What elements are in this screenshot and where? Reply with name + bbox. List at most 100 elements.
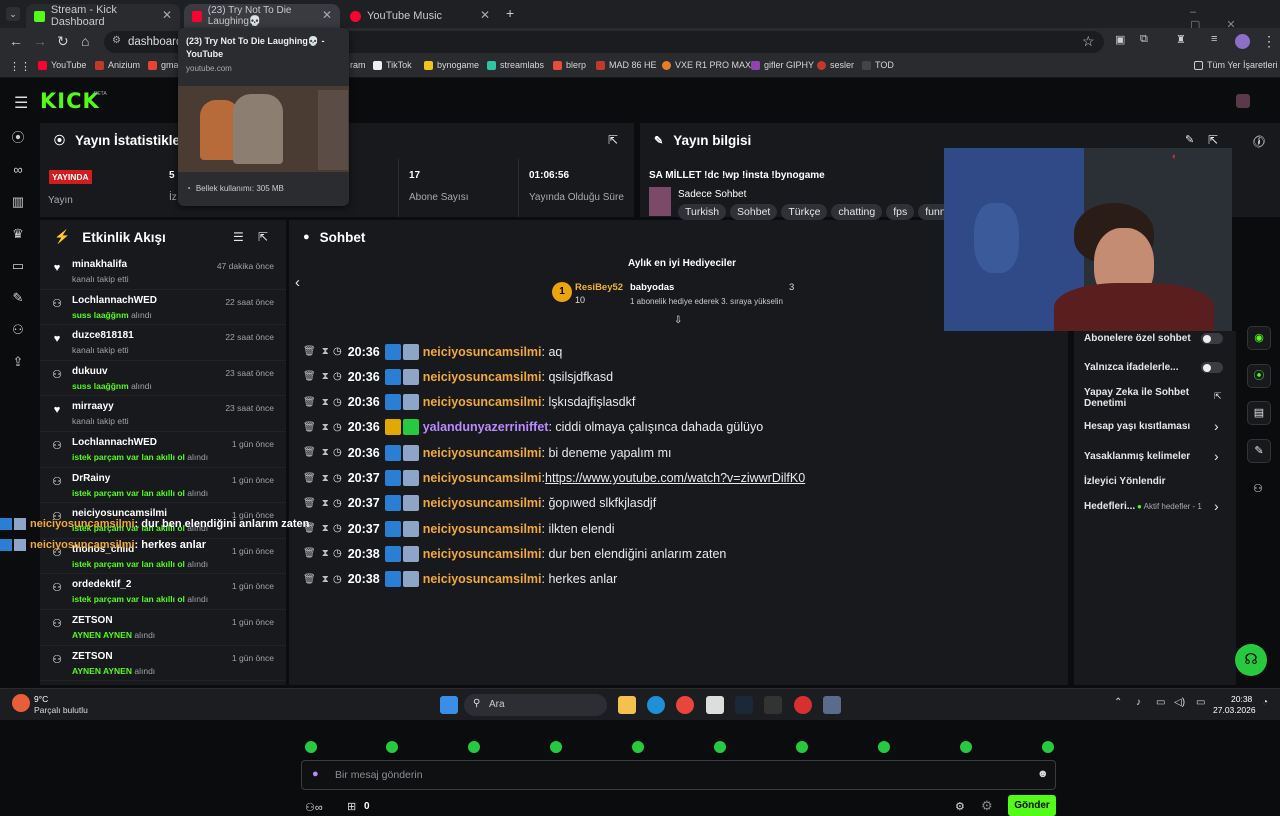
bookmark-giphy[interactable]: gifler GIPHY <box>751 60 814 70</box>
notifications-icon[interactable]: ◔ <box>1262 697 1268 708</box>
activity-user[interactable]: mirraayy <box>72 401 114 412</box>
stream-live-icon[interactable]: ⦿ <box>11 131 25 145</box>
emote-icon[interactable] <box>960 741 972 753</box>
gifter2-name[interactable]: babyodas <box>630 282 674 293</box>
activity-item[interactable]: ♥ duzce818181 kanalı takip etti 22 saat önc… <box>40 325 286 361</box>
info-circle-icon[interactable]: ⓘ <box>1253 134 1264 150</box>
video-icon[interactable]: ▭ <box>11 259 25 273</box>
steam-icon[interactable] <box>735 696 753 714</box>
bookmark-star-icon[interactable]: ☆ <box>1082 33 1095 50</box>
taskbar-search[interactable]: ⚲ Ara <box>464 694 607 716</box>
message-username[interactable]: neiciyosuncamsilmi <box>423 547 542 561</box>
message-username[interactable]: neiciyosuncamsilmi <box>423 370 542 384</box>
emote-icon[interactable] <box>1042 741 1054 753</box>
menu-ext-icon[interactable]: ♜ <box>1176 33 1186 46</box>
chat-toggle-button[interactable]: ◉ <box>1247 326 1271 350</box>
mod-tools-icon[interactable]: 🗑⧗ <box>303 422 333 433</box>
activity-user[interactable]: ZETSON <box>72 651 113 662</box>
activity-item[interactable]: ⚇ LochlannachWED suss laağğnm alındı 22 saa… <box>40 290 286 326</box>
message-username[interactable]: neiciyosuncamsilmi <box>423 345 542 359</box>
bookmark-tod[interactable]: TOD <box>862 60 894 70</box>
site-info-icon[interactable]: ⚙ <box>112 35 121 46</box>
weather-temp[interactable]: 9°C <box>34 694 48 704</box>
all-bookmarks[interactable]: Tüm Yer İşaretleri <box>1194 60 1278 70</box>
support-button[interactable]: ☊ <box>1235 644 1267 676</box>
emote-icon[interactable] <box>550 741 562 753</box>
clock-date[interactable]: 27.03.2026 <box>1213 705 1256 715</box>
apps-grid-icon[interactable]: ⋮⋮ <box>9 60 31 73</box>
trophy-icon[interactable]: ♛ <box>11 227 25 241</box>
emote-icon[interactable] <box>796 741 808 753</box>
message-username[interactable]: neiciyosuncamsilmi <box>423 572 542 586</box>
message-username[interactable]: neiciyosuncamsilmi <box>423 395 542 409</box>
extensions-icon[interactable]: ⧉ <box>1140 33 1148 46</box>
clip-button[interactable]: ▤ <box>1247 401 1271 425</box>
network-icon[interactable]: ▭ <box>1156 697 1165 708</box>
close-tab-icon[interactable]: ✕ <box>480 8 490 22</box>
mod-tools-icon[interactable]: 🗑⧗ <box>303 371 333 382</box>
popout-icon[interactable]: ⇱ <box>608 133 618 147</box>
scroll-down-icon[interactable]: ⇩ <box>674 315 682 326</box>
message-username[interactable]: neiciyosuncamsilmi <box>423 446 542 460</box>
kick-logo[interactable]: KICK <box>40 89 100 113</box>
message-username[interactable]: neiciyosuncamsilmi <box>423 522 542 536</box>
users-icon[interactable]: ⚇ <box>11 323 25 337</box>
popout-icon[interactable]: ⇱ <box>1208 133 1218 147</box>
home-icon[interactable]: ⌂ <box>81 33 89 49</box>
mod-tools-icon[interactable]: 🗑⧗ <box>303 447 333 458</box>
mod-tools-icon[interactable]: 🗑⧗ <box>303 397 333 408</box>
screenshot-icon[interactable]: ▣ <box>1115 33 1125 46</box>
setting-emotes-only[interactable]: Yalnızca ifadelerle... <box>1084 362 1179 373</box>
mod-tools-icon[interactable]: 🗑⧗ <box>303 346 333 357</box>
bot-icon[interactable]: ⚙ <box>981 798 993 814</box>
edit-icon[interactable]: ✎ <box>1185 133 1194 146</box>
activity-item[interactable]: ⚇ dukuuv suss laağğnm alındı 23 saat önce <box>40 361 286 397</box>
obs-icon[interactable] <box>794 696 812 714</box>
external-link-icon[interactable]: ⇱ <box>1214 391 1222 402</box>
bookmark-youtube[interactable]: YouTube <box>38 60 86 70</box>
activity-item[interactable]: ⚇ ZETSON AYNEN AYNEN alındı 1 gün önce <box>40 610 286 646</box>
setting-ai-moderation[interactable]: Yapay Zeka ile Sohbet Denetimi <box>1084 387 1202 409</box>
activity-item[interactable]: ⚇ ZETSON AYNEN AYNEN alındı 1 gün önce <box>40 646 286 682</box>
broadcast-button[interactable]: ⦿ <box>1247 364 1271 388</box>
mic-icon[interactable]: ● <box>312 768 319 780</box>
bookmark-mad86[interactable]: MAD 86 HE <box>596 60 657 70</box>
volume-icon[interactable]: ◁) <box>1174 697 1185 708</box>
tab-kick-dashboard[interactable]: Stream - Kick Dashboard ✕ <box>26 4 180 28</box>
chevron-right-icon[interactable]: › <box>1214 418 1219 434</box>
chrome-icon[interactable] <box>676 696 694 714</box>
mod-tools-icon[interactable]: 🗑⧗ <box>303 498 333 509</box>
users-icon[interactable]: ⚇ <box>1253 482 1263 495</box>
windows-start-icon[interactable] <box>440 696 458 714</box>
activity-user[interactable]: LochlannachWED <box>72 437 157 448</box>
chevron-right-icon[interactable]: › <box>1214 448 1219 464</box>
tab-youtube-music[interactable]: YouTube Music ✕ <box>342 4 498 28</box>
emote-icon[interactable] <box>714 741 726 753</box>
setting-banned-words[interactable]: Yasaklanmış kelimeler <box>1084 451 1190 462</box>
mod-tools-icon[interactable]: 🗑⧗ <box>303 473 333 484</box>
profile-avatar[interactable] <box>1235 34 1250 49</box>
battery-icon[interactable]: ▭ <box>1196 697 1205 708</box>
activity-user[interactable]: duzce818181 <box>72 330 134 341</box>
upload-icon[interactable]: ⇪ <box>11 355 25 369</box>
activity-user[interactable]: ordedektif_2 <box>72 579 131 590</box>
chevron-left-icon[interactable]: ‹ <box>295 274 300 291</box>
store-icon[interactable] <box>706 696 724 714</box>
activity-item[interactable]: ⚇ DrRainy istek parçam var lan akıllı ol a… <box>40 468 286 504</box>
edge-icon[interactable] <box>647 696 665 714</box>
activity-item[interactable]: ⚇ ordedektif_2 istek parçam var lan akıllı… <box>40 574 286 610</box>
bookmark-instagram[interactable]: ram <box>350 60 366 70</box>
setting-subscriber-chat[interactable]: Abonelere özel sohbet <box>1084 333 1191 344</box>
popout-icon[interactable]: ⇱ <box>258 230 268 244</box>
emoji-icon[interactable]: ☻ <box>1037 768 1049 780</box>
back-icon[interactable]: ← <box>9 33 23 49</box>
app-icon[interactable] <box>823 696 841 714</box>
tab-list-icon[interactable]: ⌄ <box>6 7 20 21</box>
forward-icon[interactable]: → <box>33 33 47 49</box>
wrench-button[interactable]: ✎ <box>1247 439 1271 463</box>
weather-desc[interactable]: Parçalı bulutlu <box>34 705 88 715</box>
reload-icon[interactable]: ↻ <box>57 33 69 50</box>
media-icon[interactable]: ≡ <box>1211 33 1217 45</box>
settings-gear-icon[interactable]: ⚙ <box>955 800 965 813</box>
toggle-emotes-only[interactable] <box>1201 362 1223 373</box>
